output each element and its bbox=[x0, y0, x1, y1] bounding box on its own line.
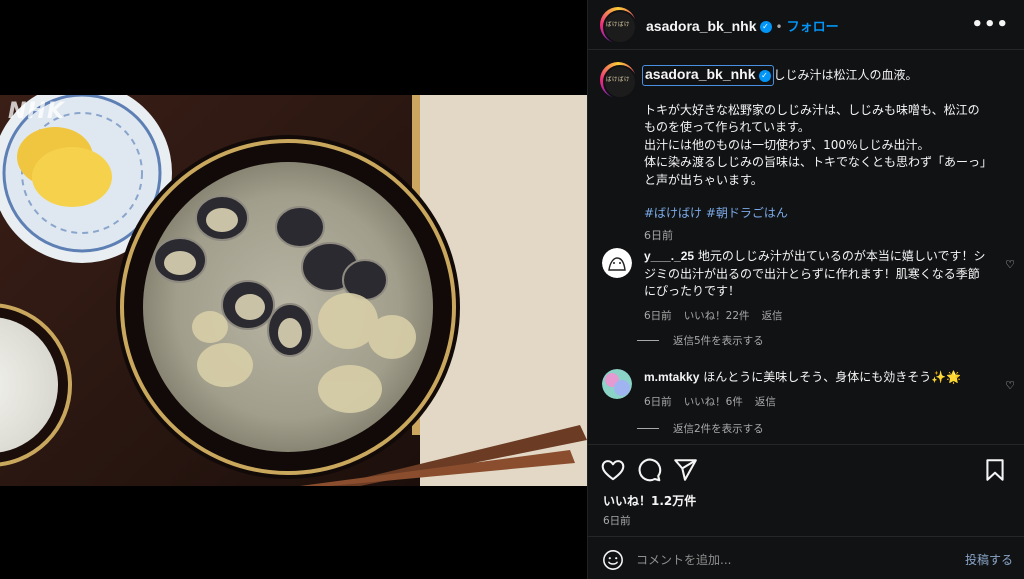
post-header: ばけばけ asadora_bk_nhk ✓ • フォロー ••• bbox=[588, 0, 1024, 50]
author-username[interactable]: asadora_bk_nhk bbox=[646, 18, 757, 34]
comment-time: 6日前 bbox=[644, 309, 672, 322]
emoji-icon[interactable] bbox=[602, 549, 624, 571]
caption-time: 6日前 bbox=[644, 228, 673, 242]
author-avatar[interactable]: ばけばけ bbox=[600, 7, 637, 44]
caption-username-box[interactable]: asadora_bk_nhk ✓ bbox=[642, 65, 774, 86]
shijimi-soup-photo bbox=[0, 95, 587, 486]
caption-first-line: しじみ汁は松江人の血液。 bbox=[773, 68, 918, 82]
avatar-logo-text: ばけばけ bbox=[605, 22, 630, 28]
like-count[interactable]: いいね！1.2万件 bbox=[603, 492, 696, 509]
caption-author-avatar[interactable]: ばけばけ bbox=[600, 62, 637, 99]
verified-badge-icon: ✓ bbox=[758, 69, 771, 82]
comment-username[interactable]: y___._25 bbox=[644, 249, 694, 263]
post-photo[interactable]: NHK bbox=[0, 95, 587, 486]
commenter-avatar[interactable] bbox=[602, 248, 632, 278]
comment-username[interactable]: m.mtakky bbox=[644, 370, 699, 384]
more-options-icon[interactable]: ••• bbox=[971, 14, 1009, 35]
share-icon[interactable] bbox=[672, 457, 698, 483]
commenter-avatar-image bbox=[602, 248, 632, 278]
caption-line: トキが大好きな松野家のしじみ汁は、しじみも味噌も、松江の bbox=[644, 102, 980, 117]
comment-likes[interactable]: いいね！22件 bbox=[684, 308, 750, 326]
heart-icon[interactable] bbox=[600, 457, 626, 483]
comment-text: ほんとうに美味しそう、身体にも効きそう✨🌟 bbox=[703, 370, 962, 384]
comment-composer: 投稿する bbox=[588, 536, 1024, 579]
instagram-post-view: NHK ばけばけ asadora_bk_nhk ✓ • フォロー ••• ばけばけ a… bbox=[0, 0, 1024, 579]
comment-like-heart-icon[interactable]: ♡ bbox=[1005, 256, 1015, 274]
post-actions-bar: いいね！1.2万件 6日前 bbox=[588, 444, 1024, 532]
avatar-logo-text: ばけばけ bbox=[605, 77, 630, 83]
comment-reply-button[interactable]: 返信 bbox=[762, 308, 783, 326]
comment-icon[interactable] bbox=[636, 457, 662, 483]
comment-text: 地元のしじみ汁が出ているのが本当に嬉しいです！シジミの出汁が出るので出汁とらずに… bbox=[644, 249, 986, 298]
caption-line: 体に染み渡るしじみの旨味は、トキでなくとも思わず「あーっ」 bbox=[644, 155, 993, 169]
caption-username[interactable]: asadora_bk_nhk bbox=[645, 66, 756, 82]
caption-line: 出汁には他のものは一切使わず、100%しじみ出汁。 bbox=[644, 137, 930, 152]
verified-badge-icon: ✓ bbox=[759, 20, 772, 33]
caption-hashtags[interactable]: #ばけばけ #朝ドラごはん bbox=[644, 205, 1014, 223]
comment-meta: 6日前 いいね！6件 返信 bbox=[644, 394, 986, 412]
bookmark-icon[interactable] bbox=[982, 457, 1008, 483]
commenter-avatar-image bbox=[602, 369, 632, 399]
comments-scroll-area[interactable]: ばけばけ asadora_bk_nhk ✓ しじみ汁は松江人の血液。 トキが大好きな… bbox=[588, 51, 1024, 443]
header-user-row: asadora_bk_nhk ✓ • フォロー bbox=[646, 16, 839, 35]
comment-meta: 6日前 いいね！22件 返信 bbox=[644, 308, 986, 326]
comment-body: y___._25 地元のしじみ汁が出ているのが本当に嬉しいです！シジミの出汁が出… bbox=[644, 248, 986, 325]
post-side-panel: ばけばけ asadora_bk_nhk ✓ • フォロー ••• ばけばけ asado… bbox=[587, 0, 1024, 579]
follow-button[interactable]: フォロー bbox=[787, 20, 839, 35]
caption-line: ものを使って作られています。 bbox=[644, 120, 810, 134]
view-replies-label[interactable]: 返信2件を表示する bbox=[673, 421, 764, 436]
caption-line: と声が出ちゃいます。 bbox=[644, 172, 763, 187]
media-area: NHK bbox=[0, 0, 587, 579]
view-replies-button[interactable]: 返信2件を表示する bbox=[637, 421, 764, 436]
comment-time: 6日前 bbox=[644, 395, 672, 408]
separator-dot: • bbox=[775, 20, 783, 34]
comment-likes[interactable]: いいね！6件 bbox=[684, 394, 743, 412]
post-caption: asadora_bk_nhk ✓ しじみ汁は松江人の血液。 トキが大好きな松野家のし… bbox=[642, 65, 1014, 244]
comment-reply-button[interactable]: 返信 bbox=[755, 394, 776, 412]
view-replies-label[interactable]: 返信5件を表示する bbox=[673, 333, 764, 348]
post-date: 6日前 bbox=[603, 515, 631, 527]
post-comment-button[interactable]: 投稿する bbox=[965, 551, 1013, 568]
commenter-avatar[interactable] bbox=[602, 369, 632, 399]
view-replies-button[interactable]: 返信5件を表示する bbox=[637, 333, 764, 348]
comment-body: m.mtakky ほんとうに美味しそう、身体にも効きそう✨🌟 6日前 いいね！6… bbox=[644, 369, 986, 411]
nhk-watermark: NHK bbox=[8, 99, 65, 124]
comment-like-heart-icon[interactable]: ♡ bbox=[1005, 377, 1015, 395]
comment-input[interactable] bbox=[636, 549, 936, 571]
